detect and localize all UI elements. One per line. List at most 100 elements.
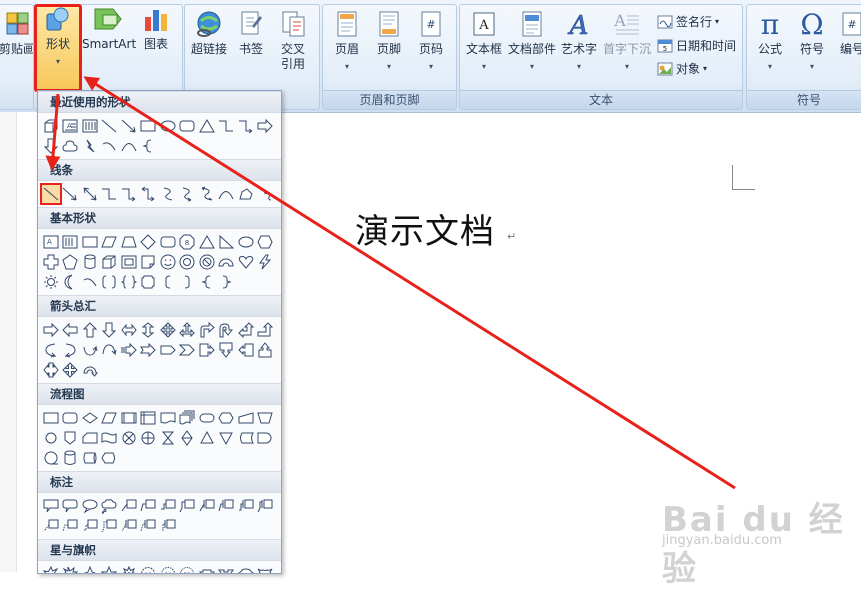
textbox-shape[interactable]: A bbox=[41, 232, 61, 252]
elbow-arrow-shape[interactable] bbox=[119, 184, 139, 204]
border-callout-4-shape[interactable] bbox=[100, 516, 120, 536]
cross-arrows-shape[interactable] bbox=[61, 360, 81, 380]
oval-shape[interactable] bbox=[158, 116, 178, 136]
down-arrow-shape[interactable] bbox=[100, 320, 120, 340]
curved-down-ribbon-shape[interactable] bbox=[256, 564, 276, 573]
border-callout-1-shape[interactable] bbox=[41, 516, 61, 536]
folded-corner-shape[interactable] bbox=[139, 252, 159, 272]
cube-shape[interactable] bbox=[100, 252, 120, 272]
accent-callout-3-shape[interactable] bbox=[236, 496, 256, 516]
flow-process-shape[interactable] bbox=[41, 408, 61, 428]
textbox-button[interactable]: A 文本框 ▾ bbox=[462, 9, 506, 74]
octagon-number-shape[interactable]: 8 bbox=[178, 232, 198, 252]
left-up-arrow-shape[interactable] bbox=[236, 320, 256, 340]
parallelogram-shape[interactable] bbox=[100, 232, 120, 252]
chevron-shape[interactable] bbox=[178, 340, 198, 360]
pentagon-shape[interactable] bbox=[61, 252, 81, 272]
circular-arrow-shape[interactable] bbox=[80, 360, 100, 380]
triangle-shape[interactable] bbox=[197, 232, 217, 252]
curved-up-arrow-shape[interactable] bbox=[80, 340, 100, 360]
bent-arrow-shape[interactable] bbox=[197, 320, 217, 340]
donut-shape[interactable] bbox=[178, 252, 198, 272]
explosion-2-shape[interactable] bbox=[61, 564, 81, 573]
footer-button[interactable]: 页脚 ▾ bbox=[369, 9, 409, 74]
formula-button[interactable]: π 公式 ▾ bbox=[749, 9, 791, 74]
right-bracket-shape[interactable] bbox=[178, 272, 198, 292]
moon-shape[interactable] bbox=[61, 272, 81, 292]
curved-down-arrow-shape[interactable] bbox=[100, 340, 120, 360]
curved-arrow-shape[interactable] bbox=[178, 184, 198, 204]
flow-stored-data-shape[interactable] bbox=[236, 428, 256, 448]
border-callout-3-shape[interactable] bbox=[80, 516, 100, 536]
flow-manual-operation-shape[interactable] bbox=[256, 408, 276, 428]
accent-border-callout-3-shape[interactable] bbox=[158, 516, 178, 536]
cloud-shape[interactable] bbox=[61, 136, 81, 156]
flow-document-shape[interactable] bbox=[158, 408, 178, 428]
explosion-1-shape[interactable] bbox=[41, 564, 61, 573]
oval-shape[interactable] bbox=[236, 232, 256, 252]
right-arrow-shape[interactable] bbox=[256, 116, 276, 136]
freeform-shape[interactable] bbox=[236, 184, 256, 204]
flow-or-shape[interactable] bbox=[139, 428, 159, 448]
cloud-callout-shape[interactable] bbox=[100, 496, 120, 516]
vertical-textbox-shape[interactable] bbox=[61, 232, 81, 252]
right-triangle-shape[interactable] bbox=[217, 232, 237, 252]
rounded-callout-shape[interactable] bbox=[61, 496, 81, 516]
star-16-shape[interactable]: 16 bbox=[139, 564, 159, 573]
flow-decision-shape[interactable] bbox=[80, 408, 100, 428]
triangle-shape[interactable] bbox=[197, 116, 217, 136]
rectangle-shape[interactable] bbox=[80, 232, 100, 252]
left-arrow-callout-shape[interactable] bbox=[236, 340, 256, 360]
elbow-connector-shape[interactable] bbox=[100, 184, 120, 204]
lightning-shape[interactable] bbox=[80, 136, 100, 156]
arc-shape[interactable] bbox=[100, 136, 120, 156]
rounded-rect-shape[interactable] bbox=[158, 232, 178, 252]
datetime-button[interactable]: 5 日期和时间 bbox=[657, 37, 736, 54]
signature-line-button[interactable]: 签名行 ▾ bbox=[657, 13, 719, 30]
hyperlink-button[interactable]: 超链接 bbox=[187, 9, 231, 57]
quad-arrow-shape[interactable] bbox=[158, 320, 178, 340]
curved-connector-shape[interactable] bbox=[158, 184, 178, 204]
rounded-rect-shape[interactable] bbox=[178, 116, 198, 136]
down-arrow-shape[interactable] bbox=[41, 136, 61, 156]
star-24-shape[interactable]: 24 bbox=[158, 564, 178, 573]
up-down-arrow-shape[interactable] bbox=[139, 320, 159, 340]
smartart-button[interactable]: SmartArt bbox=[82, 4, 136, 52]
elbow-connector-shape[interactable] bbox=[217, 116, 237, 136]
smiley-face-shape[interactable] bbox=[158, 252, 178, 272]
flow-magnetic-disk-shape[interactable] bbox=[61, 448, 81, 468]
line-callout-4-shape[interactable] bbox=[178, 496, 198, 516]
header-button[interactable]: 页眉 ▾ bbox=[327, 9, 367, 74]
flow-card-shape[interactable] bbox=[80, 428, 100, 448]
up-arrow-shape[interactable] bbox=[80, 320, 100, 340]
down-arrow-callout-shape[interactable] bbox=[217, 340, 237, 360]
line-callout-1-shape[interactable] bbox=[119, 496, 139, 516]
left-brace-shape[interactable] bbox=[197, 272, 217, 292]
scribble-shape[interactable] bbox=[256, 184, 276, 204]
double-brace-shape[interactable] bbox=[119, 272, 139, 292]
quad-arrow-callout-shape[interactable] bbox=[41, 360, 61, 380]
textbox-shape[interactable]: A bbox=[61, 116, 81, 136]
left-arrow-shape[interactable] bbox=[61, 320, 81, 340]
line-callout-3-shape[interactable] bbox=[158, 496, 178, 516]
flow-summing-junction-shape[interactable] bbox=[119, 428, 139, 448]
accent-callout-1-shape[interactable] bbox=[197, 496, 217, 516]
hexagon-shape[interactable] bbox=[256, 232, 276, 252]
flow-direct-access-shape[interactable] bbox=[80, 448, 100, 468]
arrow-line-shape[interactable] bbox=[119, 116, 139, 136]
plaque-shape[interactable] bbox=[139, 272, 159, 292]
notched-right-arrow-shape[interactable] bbox=[139, 340, 159, 360]
heart-shape[interactable] bbox=[236, 252, 256, 272]
flow-data-shape[interactable] bbox=[100, 408, 120, 428]
flow-manual-input-shape[interactable] bbox=[236, 408, 256, 428]
accent-callout-4-shape[interactable] bbox=[256, 496, 276, 516]
left-right-up-arrow-shape[interactable] bbox=[178, 320, 198, 340]
flow-merge-shape[interactable] bbox=[217, 428, 237, 448]
curve-shape[interactable] bbox=[217, 184, 237, 204]
flow-terminator-shape[interactable] bbox=[197, 408, 217, 428]
chart-button[interactable]: 图表 bbox=[138, 4, 174, 52]
border-callout-2-shape[interactable] bbox=[61, 516, 81, 536]
object-button[interactable]: 对象 ▾ bbox=[657, 60, 707, 77]
striped-right-arrow-shape[interactable] bbox=[119, 340, 139, 360]
flow-multidocument-shape[interactable] bbox=[178, 408, 198, 428]
